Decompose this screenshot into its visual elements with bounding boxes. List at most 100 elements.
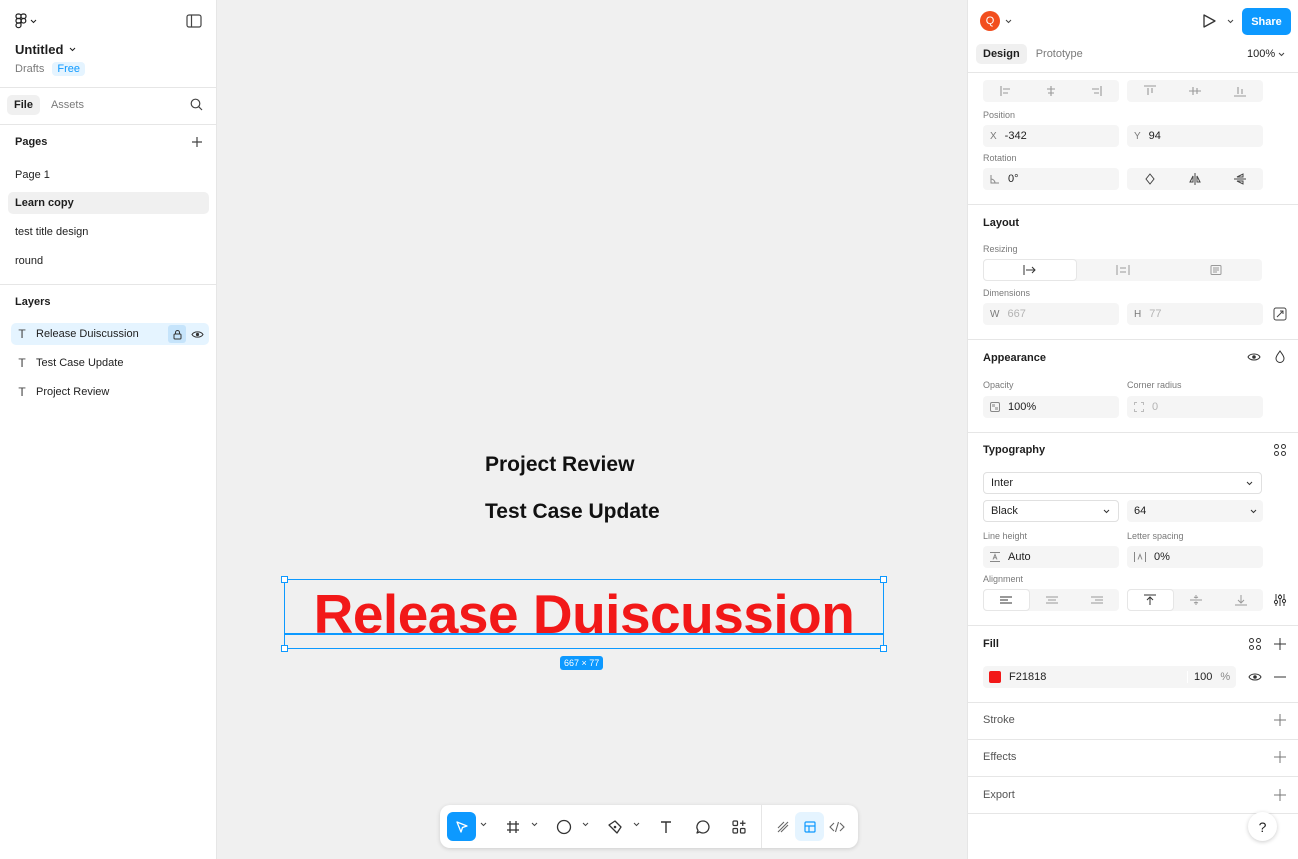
dev-mode-button[interactable]: [822, 812, 851, 841]
add-page-icon[interactable]: [190, 135, 204, 149]
font-size-input[interactable]: 64: [1127, 500, 1263, 522]
fixed-size-icon[interactable]: [1170, 259, 1262, 281]
resize-handle[interactable]: [281, 645, 288, 652]
canvas-text-test-case-update[interactable]: Test Case Update: [485, 500, 660, 524]
canvas[interactable]: Project Review Test Case Update Release …: [217, 0, 967, 859]
align-top-icon[interactable]: [1127, 80, 1172, 102]
chevron-down-icon[interactable]: [1250, 509, 1257, 514]
fill-row[interactable]: F21818 100 %: [983, 666, 1236, 688]
move-tool-button[interactable]: [447, 812, 476, 841]
page-item[interactable]: test title design: [8, 221, 209, 243]
auto-height-icon[interactable]: [1077, 259, 1169, 281]
w-prefix: W: [990, 308, 1000, 320]
text-align-middle-icon[interactable]: [1174, 589, 1219, 611]
chevron-down-icon[interactable]: [582, 822, 589, 827]
rotate-icon[interactable]: [1127, 168, 1172, 190]
add-fill-icon[interactable]: [1273, 637, 1287, 651]
comment-tool-button[interactable]: [688, 812, 717, 841]
page-item[interactable]: round: [8, 250, 209, 272]
search-icon[interactable]: [190, 98, 203, 111]
tab-design[interactable]: Design: [976, 44, 1027, 64]
drafts-label[interactable]: Drafts: [15, 63, 44, 75]
plan-badge[interactable]: Free: [52, 62, 85, 76]
fill-hex[interactable]: F21818: [1009, 671, 1179, 683]
layer-item[interactable]: T Project Review: [11, 381, 209, 403]
page-item[interactable]: Learn copy: [8, 192, 209, 214]
text-align-center-icon[interactable]: [1030, 589, 1075, 611]
export-title[interactable]: Export: [983, 789, 1015, 801]
corner-radius-input[interactable]: 0: [1127, 396, 1263, 418]
add-effect-icon[interactable]: [1273, 750, 1287, 764]
file-title[interactable]: Untitled: [15, 42, 76, 57]
chevron-down-icon[interactable]: [1227, 19, 1234, 24]
constrain-proportions-icon[interactable]: [1273, 307, 1287, 321]
canvas-text-project-review[interactable]: Project Review: [485, 453, 634, 477]
design-mode-button[interactable]: [795, 812, 824, 841]
draw-mode-button[interactable]: [768, 812, 797, 841]
resize-handle[interactable]: [281, 576, 288, 583]
avatar[interactable]: Q: [980, 11, 1000, 31]
fill-opacity[interactable]: 100: [1187, 671, 1212, 683]
eye-icon[interactable]: [188, 325, 206, 343]
zoom-dropdown[interactable]: 100%: [1247, 48, 1285, 60]
layer-item[interactable]: T Test Case Update: [11, 352, 209, 374]
chevron-down-icon[interactable]: [633, 822, 640, 827]
text-styles-icon[interactable]: [1273, 443, 1287, 457]
flip-vertical-icon[interactable]: [1218, 168, 1263, 190]
text-align-left-icon[interactable]: [983, 589, 1030, 611]
text-align-bottom-icon[interactable]: [1218, 589, 1263, 611]
fill-styles-icon[interactable]: [1248, 637, 1262, 651]
letter-spacing-input[interactable]: 0%: [1127, 546, 1263, 568]
eye-icon[interactable]: [1247, 350, 1261, 364]
help-button[interactable]: ?: [1248, 812, 1277, 841]
fill-swatch[interactable]: [989, 671, 1001, 683]
y-input[interactable]: Y 94: [1127, 125, 1263, 147]
layer-item[interactable]: T Release Duiscussion: [11, 323, 209, 345]
frame-tool-button[interactable]: [498, 812, 527, 841]
opacity-input[interactable]: 100%: [983, 396, 1119, 418]
tab-file[interactable]: File: [7, 95, 40, 115]
text-tool-button[interactable]: [651, 812, 680, 841]
auto-width-icon[interactable]: [983, 259, 1078, 281]
flip-horizontal-icon[interactable]: [1172, 168, 1217, 190]
align-left-icon[interactable]: [983, 80, 1028, 102]
share-button[interactable]: Share: [1242, 8, 1291, 35]
shape-tool-button[interactable]: [549, 812, 578, 841]
selection-box[interactable]: [284, 579, 884, 649]
type-settings-icon[interactable]: [1273, 593, 1287, 607]
eye-icon[interactable]: [1248, 670, 1262, 684]
add-export-icon[interactable]: [1273, 788, 1287, 802]
x-input[interactable]: X -342: [983, 125, 1119, 147]
align-middle-icon[interactable]: [1172, 80, 1217, 102]
chevron-down-icon[interactable]: [480, 822, 487, 827]
effects-title[interactable]: Effects: [983, 751, 1016, 763]
blend-mode-icon[interactable]: [1273, 350, 1287, 364]
font-family-select[interactable]: Inter: [983, 472, 1262, 494]
stroke-title[interactable]: Stroke: [983, 714, 1015, 726]
text-align-right-icon[interactable]: [1074, 589, 1119, 611]
line-height-input[interactable]: Auto: [983, 546, 1119, 568]
page-item[interactable]: Page 1: [8, 164, 209, 186]
sidebar-toggle-icon[interactable]: [186, 14, 202, 28]
pen-tool-button[interactable]: [600, 812, 629, 841]
play-icon[interactable]: [1201, 13, 1217, 29]
rotation-input[interactable]: 0°: [983, 168, 1119, 190]
height-input[interactable]: H 77: [1127, 303, 1263, 325]
tab-assets[interactable]: Assets: [44, 95, 91, 115]
tab-prototype[interactable]: Prototype: [1029, 44, 1090, 64]
add-stroke-icon[interactable]: [1273, 713, 1287, 727]
align-center-h-icon[interactable]: [1028, 80, 1073, 102]
width-input[interactable]: W 667: [983, 303, 1119, 325]
font-weight-select[interactable]: Black: [983, 500, 1119, 522]
resize-handle[interactable]: [880, 576, 887, 583]
chevron-down-icon[interactable]: [1005, 19, 1012, 24]
lock-icon[interactable]: [168, 325, 186, 343]
chevron-down-icon[interactable]: [531, 822, 538, 827]
align-right-icon[interactable]: [1074, 80, 1119, 102]
resources-tool-button[interactable]: [724, 812, 753, 841]
resize-handle[interactable]: [880, 645, 887, 652]
remove-fill-icon[interactable]: [1273, 670, 1287, 684]
text-align-top-icon[interactable]: [1127, 589, 1174, 611]
align-bottom-icon[interactable]: [1218, 80, 1263, 102]
main-menu-button[interactable]: [15, 13, 37, 29]
